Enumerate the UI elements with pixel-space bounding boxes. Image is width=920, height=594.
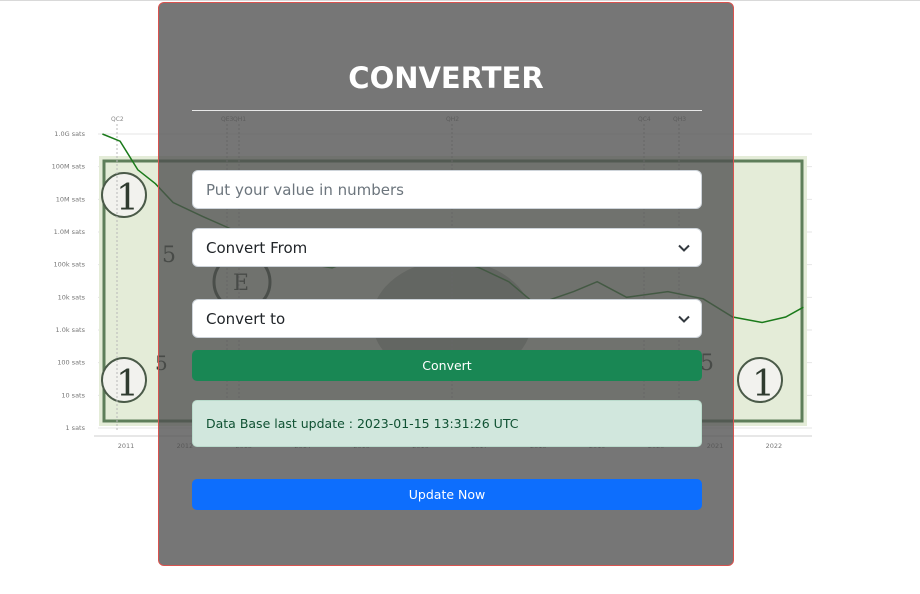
convert-button[interactable]: Convert [192,350,702,381]
y-tick-label: 10k sats [58,293,86,301]
y-axis-ticks: 1.0G sats 100M sats 10M sats 1.0M sats 100k … [52,130,86,432]
y-tick-label: 1.0G sats [54,130,85,138]
convert-from-label: Convert From [206,238,308,257]
convert-to-select[interactable]: Convert to [192,299,702,338]
bill-glyph-1: 1 [116,364,139,405]
y-tick-label: 100M sats [52,163,86,171]
value-input-placeholder: Put your value in numbers [206,180,404,199]
convert-to-label: Convert to [206,309,286,328]
y-tick-label: 1.0k sats [56,326,86,334]
y-tick-label: 10 sats [61,391,85,399]
bill-glyph-1: 1 [752,364,775,405]
y-tick-label: 100k sats [53,261,85,269]
x-tick-label: 2011 [118,442,135,450]
annotation-label: QC2 [111,116,124,123]
update-now-button[interactable]: Update Now [192,479,702,510]
y-tick-label: 10M sats [56,195,86,203]
x-tick-label: 2022 [766,442,783,450]
chevron-down-icon [678,244,690,252]
db-status-alert: Data Base last update : 2023-01-15 13:31… [192,400,702,447]
page-title: CONVERTER [348,61,544,95]
chevron-down-icon [678,315,690,323]
y-tick-label: 1 sats [65,424,85,432]
convert-from-select[interactable]: Convert From [192,228,702,267]
converter-panel: CONVERTER Put your value in numbers Conv… [158,2,734,566]
y-tick-label: 100 sats [57,359,85,367]
bill-glyph-1: 1 [116,178,139,219]
value-input[interactable]: Put your value in numbers [192,170,702,209]
title-divider [192,110,702,111]
y-tick-label: 1.0M sats [54,228,86,236]
